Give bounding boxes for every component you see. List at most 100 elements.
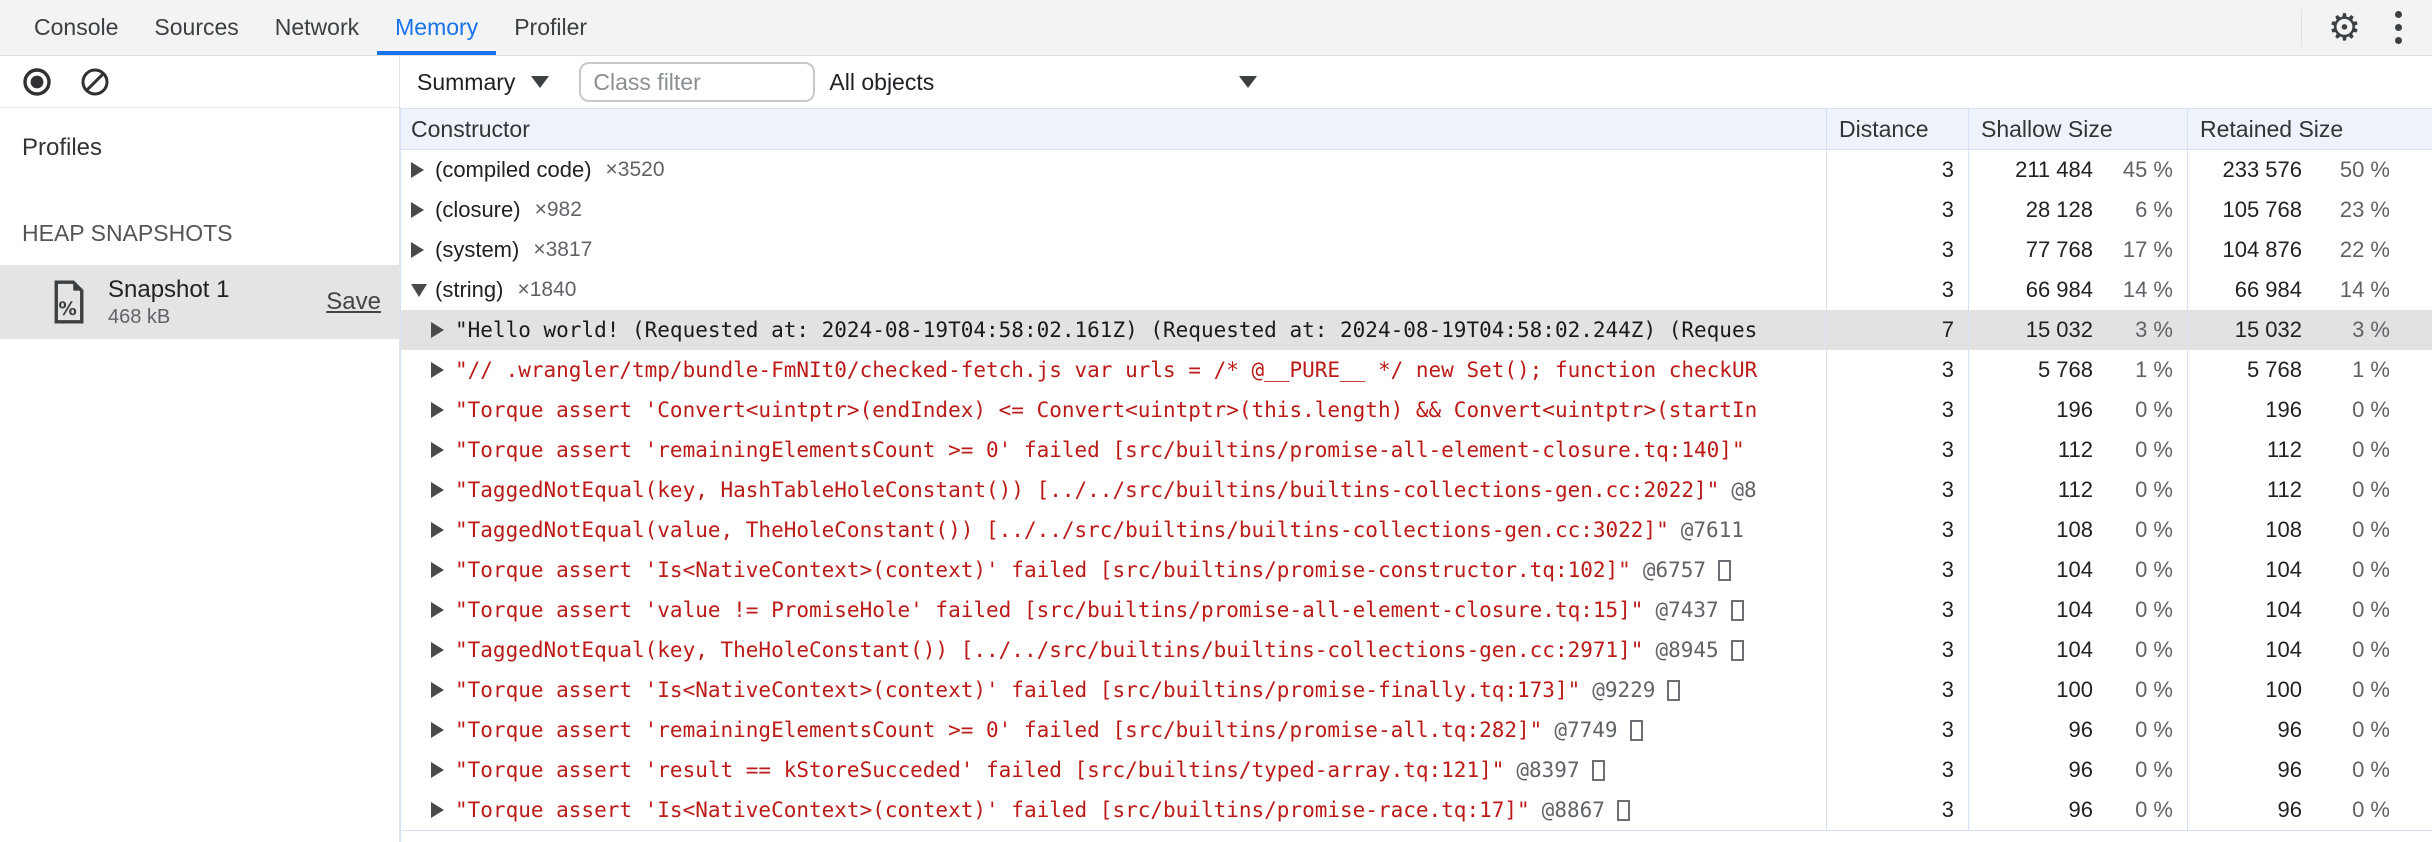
string-value: "// .wrangler/tmp/bundle-FmNIt0/checked-…: [455, 358, 1758, 382]
snapshot-document-icon: %: [54, 280, 84, 324]
triangle-right-icon[interactable]: [431, 402, 444, 418]
triangle-right-icon[interactable]: [431, 802, 444, 818]
triangle-right-icon[interactable]: [431, 682, 444, 698]
settings-button[interactable]: ⚙: [2328, 9, 2361, 46]
constructor-cell: "Torque assert 'Is<NativeContext>(contex…: [401, 670, 1826, 710]
triangle-right-icon[interactable]: [431, 442, 444, 458]
retained-size-percent: 14 %: [2339, 277, 2390, 302]
shallow-size-percent: 1 %: [2135, 357, 2173, 382]
triangle-right-icon[interactable]: [411, 202, 424, 218]
table-row[interactable]: (closure) ×982 3 28 128 6 % 105 768 23 %: [401, 190, 2432, 230]
triangle-right-icon[interactable]: [431, 722, 444, 738]
retained-size-cell: 96 0 %: [2187, 710, 2432, 750]
table-row[interactable]: "Torque assert 'Is<NativeContext>(contex…: [401, 670, 2432, 710]
table-row[interactable]: "Hello world! (Requested at: 2024-08-19T…: [401, 310, 2432, 350]
retained-size-percent: 22 %: [2339, 237, 2390, 262]
shallow-size-percent: 0 %: [2135, 717, 2173, 742]
save-snapshot-link[interactable]: Save: [326, 288, 381, 316]
class-filter-input[interactable]: [579, 62, 816, 102]
caret-down-icon: [531, 76, 550, 88]
tab-sources[interactable]: Sources: [136, 0, 256, 55]
table-row[interactable]: "// .wrangler/tmp/bundle-FmNIt0/checked-…: [401, 350, 2432, 390]
missing-glyph-icon: [1667, 679, 1681, 701]
column-header-shallow-size[interactable]: Shallow Size: [1968, 109, 2187, 149]
perspective-select[interactable]: Summary: [417, 69, 550, 96]
tab-profiler[interactable]: Profiler: [496, 0, 605, 55]
table-row[interactable]: "TaggedNotEqual(key, HashTableHoleConsta…: [401, 470, 2432, 510]
retained-size-value: 112: [2266, 477, 2302, 502]
triangle-right-icon[interactable]: [411, 242, 424, 258]
string-value: "Torque assert 'result == kStoreSucceded…: [455, 758, 1505, 782]
triangle-right-icon[interactable]: [411, 162, 424, 178]
distance-cell: 3: [1826, 470, 1968, 510]
string-value: "Torque assert 'Is<NativeContext>(contex…: [455, 678, 1581, 702]
shallow-size-percent: 0 %: [2135, 797, 2173, 822]
triangle-right-icon[interactable]: [431, 322, 444, 338]
table-row[interactable]: "Torque assert 'remainingElementsCount >…: [401, 430, 2432, 470]
object-id: @7437: [1655, 598, 1719, 622]
column-header-constructor[interactable]: Constructor: [401, 109, 1826, 149]
string-value: "Torque assert 'value != PromiseHole' fa…: [455, 598, 1644, 622]
table-row[interactable]: (string) ×1840 3 66 984 14 % 66 984 14 %: [401, 270, 2432, 310]
instance-count: ×3520: [605, 158, 665, 181]
triangle-right-icon[interactable]: [431, 762, 444, 778]
triangle-right-icon[interactable]: [431, 362, 444, 378]
retained-size-percent: 0 %: [2352, 557, 2390, 582]
triangle-right-icon[interactable]: [431, 642, 444, 658]
retained-size-percent: 1 %: [2352, 357, 2390, 382]
shallow-size-cell: 77 768 17 %: [1968, 230, 2187, 270]
distance-cell: 3: [1826, 630, 1968, 670]
table-row[interactable]: "Torque assert 'remainingElementsCount >…: [401, 710, 2432, 750]
triangle-right-icon[interactable]: [431, 562, 444, 578]
sidebar-item-snapshot-1[interactable]: % Snapshot 1 468 kB Save: [0, 265, 399, 339]
shallow-size-value: 96: [2068, 717, 2093, 742]
objects-filter-select[interactable]: All objects: [829, 69, 1258, 96]
triangle-down-icon[interactable]: [411, 283, 427, 297]
table-row[interactable]: (system) ×3817 3 77 768 17 % 104 876 22 %: [401, 230, 2432, 270]
tab-console[interactable]: Console: [16, 0, 136, 55]
tab-memory[interactable]: Memory: [377, 0, 497, 55]
tab-network[interactable]: Network: [257, 0, 377, 55]
object-id: @8: [1731, 478, 1757, 502]
table-row[interactable]: "Torque assert 'Is<NativeContext>(contex…: [401, 790, 2432, 830]
retained-size-percent: 0 %: [2352, 397, 2390, 422]
take-snapshot-button[interactable]: [22, 67, 52, 97]
distance-cell: 3: [1826, 430, 1968, 470]
table-row[interactable]: "TaggedNotEqual(value, TheHoleConstant()…: [401, 510, 2432, 550]
triangle-right-icon[interactable]: [431, 522, 444, 538]
string-value: "Torque assert 'remainingElementsCount >…: [455, 718, 1543, 742]
sidebar-content: Profiles HEAP SNAPSHOTS % Snapshot 1 468…: [0, 108, 399, 842]
shallow-size-percent: 0 %: [2135, 677, 2173, 702]
table-row[interactable]: (compiled code) ×3520 3 211 484 45 % 233 576 5…: [401, 150, 2432, 190]
triangle-right-icon[interactable]: [431, 482, 444, 498]
object-id: @7611: [1680, 518, 1744, 542]
retained-size-value: 104: [2265, 637, 2302, 662]
triangle-right-icon[interactable]: [431, 602, 444, 618]
table-row[interactable]: "Torque assert 'value != PromiseHole' fa…: [401, 590, 2432, 630]
shallow-size-cell: 112 0 %: [1968, 430, 2187, 470]
column-header-retained-size[interactable]: Retained Size: [2187, 109, 2432, 149]
shallow-size-value: 104: [2056, 597, 2093, 622]
sidebar-toolbar: [0, 56, 399, 108]
retained-size-percent: 0 %: [2352, 757, 2390, 782]
string-value: "Torque assert 'Is<NativeContext>(contex…: [455, 798, 1530, 822]
retained-size-value: 100: [2265, 677, 2302, 702]
shallow-size-cell: 66 984 14 %: [1968, 270, 2187, 310]
retained-size-value: 5 768: [2246, 357, 2302, 382]
constructor-cell: "TaggedNotEqual(key, TheHoleConstant()) …: [401, 630, 1826, 670]
constructor-name: (compiled code): [435, 157, 592, 182]
clear-profiles-button[interactable]: [80, 67, 110, 97]
devtools-tabbar: Console Sources Network Memory Profiler ⚙: [0, 0, 2432, 56]
more-menu-button[interactable]: [2387, 7, 2410, 48]
shallow-size-value: 112: [2057, 437, 2093, 462]
constructor-cell: (compiled code) ×3520: [401, 150, 1826, 190]
table-row[interactable]: "TaggedNotEqual(key, TheHoleConstant()) …: [401, 630, 2432, 670]
table-row[interactable]: "Torque assert 'result == kStoreSucceded…: [401, 750, 2432, 790]
shallow-size-value: 66 984: [2025, 277, 2093, 302]
table-row[interactable]: "Torque assert 'Convert<uintptr>(endInde…: [401, 390, 2432, 430]
constructor-cell: "// .wrangler/tmp/bundle-FmNIt0/checked-…: [401, 350, 1826, 390]
retained-size-percent: 23 %: [2339, 197, 2390, 222]
table-row[interactable]: "Torque assert 'Is<NativeContext>(contex…: [401, 550, 2432, 590]
retained-size-cell: 15 032 3 %: [2187, 310, 2432, 350]
column-header-distance[interactable]: Distance: [1826, 109, 1968, 149]
